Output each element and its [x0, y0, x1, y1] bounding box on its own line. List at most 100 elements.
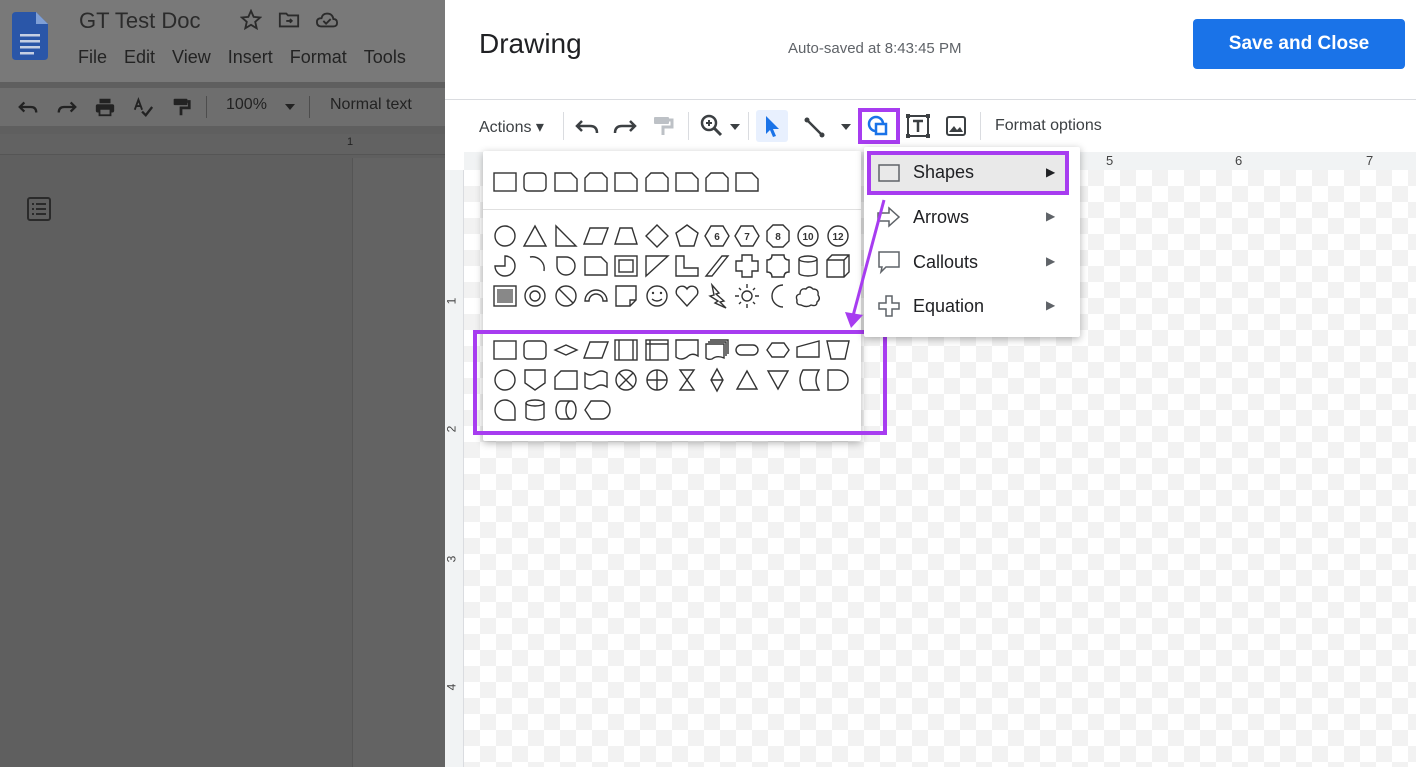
- shape-option[interactable]: [551, 167, 581, 197]
- shape-option[interactable]: [763, 281, 793, 311]
- shape-option[interactable]: [611, 167, 641, 197]
- plus-icon: [878, 295, 900, 317]
- menu-label: Shapes: [913, 162, 975, 182]
- svg-text:6: 6: [714, 232, 720, 243]
- shape-option[interactable]: [490, 167, 520, 197]
- format-options-button[interactable]: Format options: [995, 117, 1102, 135]
- undo-icon[interactable]: [573, 112, 601, 140]
- undo-icon[interactable]: [16, 96, 40, 118]
- shape-option[interactable]: [520, 251, 550, 281]
- menu-tools[interactable]: Tools: [364, 47, 406, 68]
- vertical-ruler: 1 2 3 4: [444, 170, 464, 767]
- shape-option[interactable]: [702, 167, 732, 197]
- arrow-icon: [877, 206, 901, 228]
- shape-option[interactable]: [581, 167, 611, 197]
- shape-option[interactable]: [793, 281, 823, 311]
- shape-option-icon: [584, 172, 608, 192]
- shape-option[interactable]: [581, 251, 611, 281]
- shape-option[interactable]: [642, 221, 672, 251]
- drawing-title: Drawing: [479, 28, 582, 59]
- menu-edit[interactable]: Edit: [124, 47, 155, 68]
- shape-option[interactable]: 10: [793, 221, 823, 251]
- doc-title[interactable]: GT Test Doc: [79, 8, 200, 34]
- shape-option[interactable]: 12: [823, 221, 853, 251]
- shape-option[interactable]: [763, 251, 793, 281]
- shape-option[interactable]: [672, 251, 702, 281]
- ruler-number: 1: [347, 136, 354, 148]
- spellcheck-icon[interactable]: [131, 96, 155, 118]
- shape-option[interactable]: [611, 251, 641, 281]
- redo-icon[interactable]: [611, 112, 639, 140]
- zoom-icon[interactable]: [698, 112, 726, 140]
- menu-insert[interactable]: Insert: [228, 47, 273, 68]
- shape-option-icon: [644, 255, 670, 278]
- image-icon[interactable]: [942, 112, 970, 140]
- shape-option[interactable]: [551, 251, 581, 281]
- shape-option-icon: [524, 285, 546, 307]
- zoom-select[interactable]: 100%: [226, 96, 267, 114]
- shape-option[interactable]: [642, 167, 672, 197]
- line-caret-icon: [841, 124, 851, 130]
- redo-icon[interactable]: [55, 96, 79, 118]
- move-folder-icon[interactable]: [278, 9, 300, 31]
- shape-option[interactable]: [490, 221, 520, 251]
- shape-option[interactable]: 7: [732, 221, 762, 251]
- shape-option[interactable]: [732, 167, 762, 197]
- menu-item-callouts[interactable]: Callouts ▶: [864, 240, 1080, 284]
- shape-option[interactable]: [702, 281, 732, 311]
- shape-option[interactable]: [642, 281, 672, 311]
- menu-format[interactable]: Format: [290, 47, 347, 68]
- line-tool-icon[interactable]: [801, 112, 829, 140]
- shape-option[interactable]: [581, 221, 611, 251]
- shape-option[interactable]: [611, 221, 641, 251]
- shape-option[interactable]: [732, 251, 762, 281]
- shape-option[interactable]: [551, 221, 581, 251]
- star-icon[interactable]: [240, 9, 262, 31]
- shape-option[interactable]: 8: [763, 221, 793, 251]
- shape-option[interactable]: [672, 221, 702, 251]
- shape-option[interactable]: [520, 281, 550, 311]
- shape-option-icon: [554, 285, 577, 307]
- menu-item-arrows[interactable]: Arrows ▶: [864, 195, 1080, 239]
- shape-option-icon: [553, 172, 578, 192]
- shape-option-icon: [644, 172, 669, 192]
- shape-option-icon: [555, 256, 576, 276]
- menu-file[interactable]: File: [78, 47, 107, 68]
- flowchart-shapes-highlight: [473, 330, 887, 435]
- actions-menu[interactable]: Actions ▾: [479, 117, 544, 137]
- shape-option[interactable]: [672, 167, 702, 197]
- paint-format-icon[interactable]: [169, 96, 193, 118]
- shape-option[interactable]: [702, 251, 732, 281]
- text-box-icon[interactable]: [904, 112, 932, 140]
- shape-option[interactable]: [642, 251, 672, 281]
- submenu-arrow-icon: ▶: [1046, 298, 1056, 312]
- text-style-select[interactable]: Normal text: [330, 96, 412, 114]
- print-icon[interactable]: [93, 96, 117, 118]
- shape-option-icon: [705, 172, 729, 192]
- shape-option[interactable]: [551, 281, 581, 311]
- save-and-close-button[interactable]: Save and Close: [1193, 19, 1405, 69]
- cloud-saved-icon[interactable]: [316, 9, 338, 31]
- select-cursor-icon[interactable]: [758, 112, 786, 140]
- shape-option[interactable]: [732, 281, 762, 311]
- shape-option[interactable]: 6: [702, 221, 732, 251]
- rectangle-icon: [878, 164, 900, 182]
- menu-label: Callouts: [913, 252, 979, 272]
- shape-option[interactable]: [490, 251, 520, 281]
- shape-option[interactable]: [520, 167, 550, 197]
- menu-item-shapes-active[interactable]: Shapes ▶: [864, 151, 1080, 195]
- paint-format-icon[interactable]: [649, 112, 677, 140]
- document-outline-icon[interactable]: [26, 196, 52, 222]
- menu-item-equation[interactable]: Equation ▶: [864, 284, 1080, 328]
- shape-option[interactable]: [793, 251, 823, 281]
- shape-option[interactable]: [520, 221, 550, 251]
- shape-option[interactable]: [823, 251, 853, 281]
- shape-option[interactable]: [672, 281, 702, 311]
- shape-option[interactable]: [581, 281, 611, 311]
- shape-option[interactable]: [490, 281, 520, 311]
- menu-view[interactable]: View: [172, 47, 211, 68]
- shape-option-icon: [493, 285, 517, 307]
- ruler-number: 3: [444, 555, 459, 563]
- shape-option-icon: [771, 284, 783, 308]
- shape-option[interactable]: [611, 281, 641, 311]
